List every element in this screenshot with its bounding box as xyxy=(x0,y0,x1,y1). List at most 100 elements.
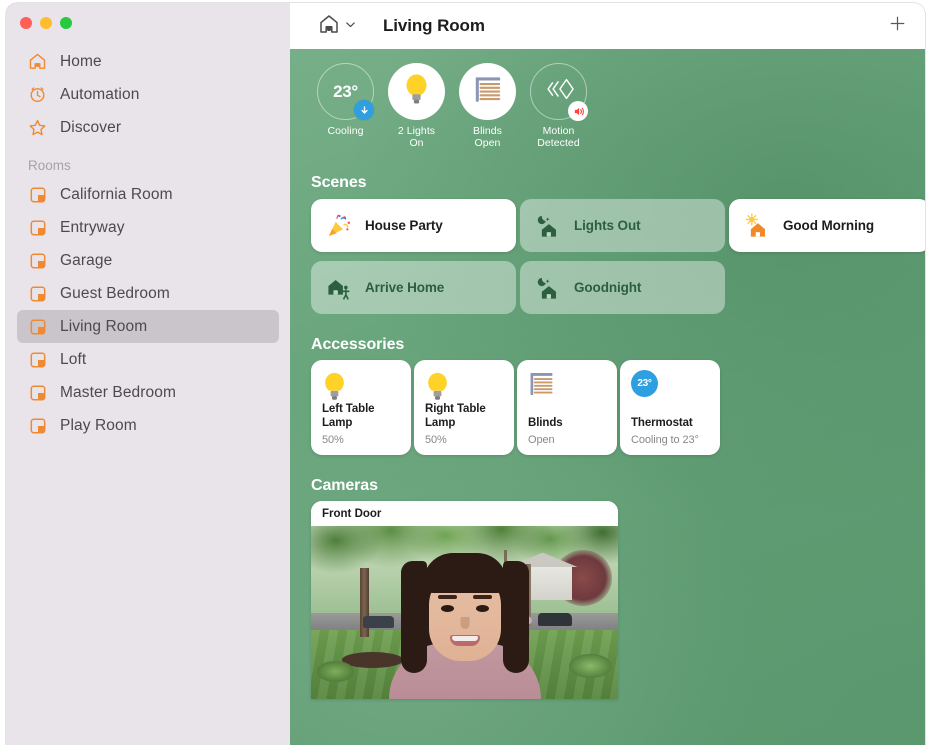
sidebar: Home Automation Discover Rooms Californi… xyxy=(6,3,290,745)
room-icon xyxy=(28,284,47,303)
room-icon xyxy=(28,350,47,369)
page-title: Living Room xyxy=(383,16,485,35)
chevron-down-icon xyxy=(345,17,356,35)
sidebar-item-label: Living Room xyxy=(60,317,148,335)
sidebar-item-living-room[interactable]: Living Room xyxy=(17,310,279,343)
sidebar-item-play-room[interactable]: Play Room xyxy=(17,409,279,442)
house-sun-icon xyxy=(744,212,770,239)
sidebar-item-california-room[interactable]: California Room xyxy=(17,178,279,211)
home-selector-button[interactable] xyxy=(318,13,356,40)
accessory-card-thermostat[interactable]: 23° Thermostat Cooling to 23° xyxy=(620,360,720,455)
sidebar-item-master-bedroom[interactable]: Master Bedroom xyxy=(17,376,279,409)
status-bubble xyxy=(459,63,516,120)
sound-badge xyxy=(568,101,588,121)
scene-card-arrive-home[interactable]: Arrive Home xyxy=(311,261,516,314)
scene-label: Lights Out xyxy=(574,218,641,233)
accessory-card-blinds[interactable]: Blinds Open xyxy=(517,360,617,455)
sidebar-item-discover[interactable]: Discover xyxy=(17,111,279,144)
sidebar-item-automation[interactable]: Automation xyxy=(17,78,279,111)
accessory-state: Cooling to 23° xyxy=(631,434,699,446)
status-bubble-wrap xyxy=(388,63,445,120)
scene-label: House Party xyxy=(365,218,443,233)
status-label: Motion Detected xyxy=(537,125,580,149)
house-person-icon xyxy=(326,275,352,301)
status-bubble-wrap xyxy=(459,63,516,120)
thermostat-badge-value: 23° xyxy=(637,378,652,389)
thermostat-icon: 23° xyxy=(631,370,709,404)
sidebar-item-label: Loft xyxy=(60,350,87,368)
temperature-value: 23° xyxy=(333,81,358,101)
status-label: Cooling xyxy=(327,125,364,137)
house-moon-icon xyxy=(535,275,561,301)
sidebar-item-guest-bedroom[interactable]: Guest Bedroom xyxy=(17,277,279,310)
home-icon xyxy=(318,13,340,40)
sidebar-item-label: Master Bedroom xyxy=(60,383,176,401)
sidebar-list: Home Automation Discover Rooms Californi… xyxy=(6,45,290,442)
sidebar-item-entryway[interactable]: Entryway xyxy=(17,211,279,244)
room-icon xyxy=(28,251,47,270)
accessory-state: Open xyxy=(528,434,555,446)
status-blinds[interactable]: Blinds Open xyxy=(452,63,523,149)
home-icon xyxy=(28,52,47,71)
sidebar-item-label: Discover xyxy=(60,118,122,136)
close-window-button[interactable] xyxy=(20,17,32,29)
house-moon-icon xyxy=(535,213,561,239)
status-lights[interactable]: 2 Lights On xyxy=(381,63,452,149)
star-icon xyxy=(28,118,47,137)
sidebar-item-label: Entryway xyxy=(60,218,125,236)
person-nose xyxy=(460,617,469,629)
status-climate[interactable]: 23° Cooling xyxy=(310,63,381,149)
accessory-name: Blinds xyxy=(528,416,563,429)
maximize-window-button[interactable] xyxy=(60,17,72,29)
person-teeth xyxy=(451,636,478,641)
window-traffic-lights xyxy=(20,17,72,29)
person-hair-front xyxy=(422,553,507,593)
camera-feed[interactable] xyxy=(311,526,618,699)
scene-card-lights-out[interactable]: Lights Out xyxy=(520,199,725,252)
scene-card-house-party[interactable]: House Party xyxy=(311,199,516,252)
accessory-name: Thermostat xyxy=(631,416,693,429)
party-popper-icon xyxy=(326,213,352,239)
status-label: 2 Lights On xyxy=(397,125,436,149)
room-icon xyxy=(28,218,47,237)
sidebar-item-loft[interactable]: Loft xyxy=(17,343,279,376)
scene-label: Goodnight xyxy=(574,280,642,295)
scene-label: Good Morning xyxy=(783,218,875,233)
scene-card-goodnight[interactable]: Goodnight xyxy=(520,261,725,314)
lightbulb-icon xyxy=(425,370,503,404)
status-bubble-wrap xyxy=(530,63,588,121)
status-motion[interactable]: Motion Detected xyxy=(523,63,594,149)
room-content: 23° Cooling 2 Lights On Blinds Open Moti… xyxy=(290,49,925,745)
sidebar-item-home[interactable]: Home xyxy=(17,45,279,78)
room-icon xyxy=(28,317,47,336)
person-eye-right xyxy=(475,605,489,612)
room-icon xyxy=(28,383,47,402)
accessory-state: 50% xyxy=(425,434,447,446)
camera-scene-person xyxy=(388,543,541,699)
sidebar-item-label: Home xyxy=(60,52,102,70)
person-eye-left xyxy=(440,605,454,612)
sidebar-item-label: Play Room xyxy=(60,416,137,434)
camera-card-front-door[interactable]: Front Door xyxy=(311,501,618,699)
accessory-state: 50% xyxy=(322,434,344,446)
camera-name: Front Door xyxy=(311,501,618,526)
status-bubble xyxy=(388,63,445,120)
arrow-down-badge xyxy=(353,99,375,121)
accessory-card-left-table-lamp[interactable]: Left Table Lamp 50% xyxy=(311,360,411,455)
accessory-name: Right Table Lamp xyxy=(425,403,486,429)
minimize-window-button[interactable] xyxy=(40,17,52,29)
lightbulb-icon xyxy=(403,72,430,111)
accessory-card-right-table-lamp[interactable]: Right Table Lamp 50% xyxy=(414,360,514,455)
sidebar-item-label: Guest Bedroom xyxy=(60,284,170,302)
section-title-accessories: Accessories xyxy=(311,336,405,353)
blinds-icon xyxy=(528,370,606,404)
app-window: Home Automation Discover Rooms Californi… xyxy=(6,3,925,745)
add-accessory-button[interactable] xyxy=(883,12,911,40)
camera-scene-car-right xyxy=(538,612,572,627)
sidebar-item-garage[interactable]: Garage xyxy=(17,244,279,277)
motion-sensor-icon xyxy=(544,74,574,109)
status-summary-row: 23° Cooling 2 Lights On Blinds Open Moti… xyxy=(310,63,594,149)
room-icon xyxy=(28,416,47,435)
sidebar-item-label: Automation xyxy=(60,85,140,103)
scene-card-good-morning[interactable]: Good Morning xyxy=(729,199,925,252)
